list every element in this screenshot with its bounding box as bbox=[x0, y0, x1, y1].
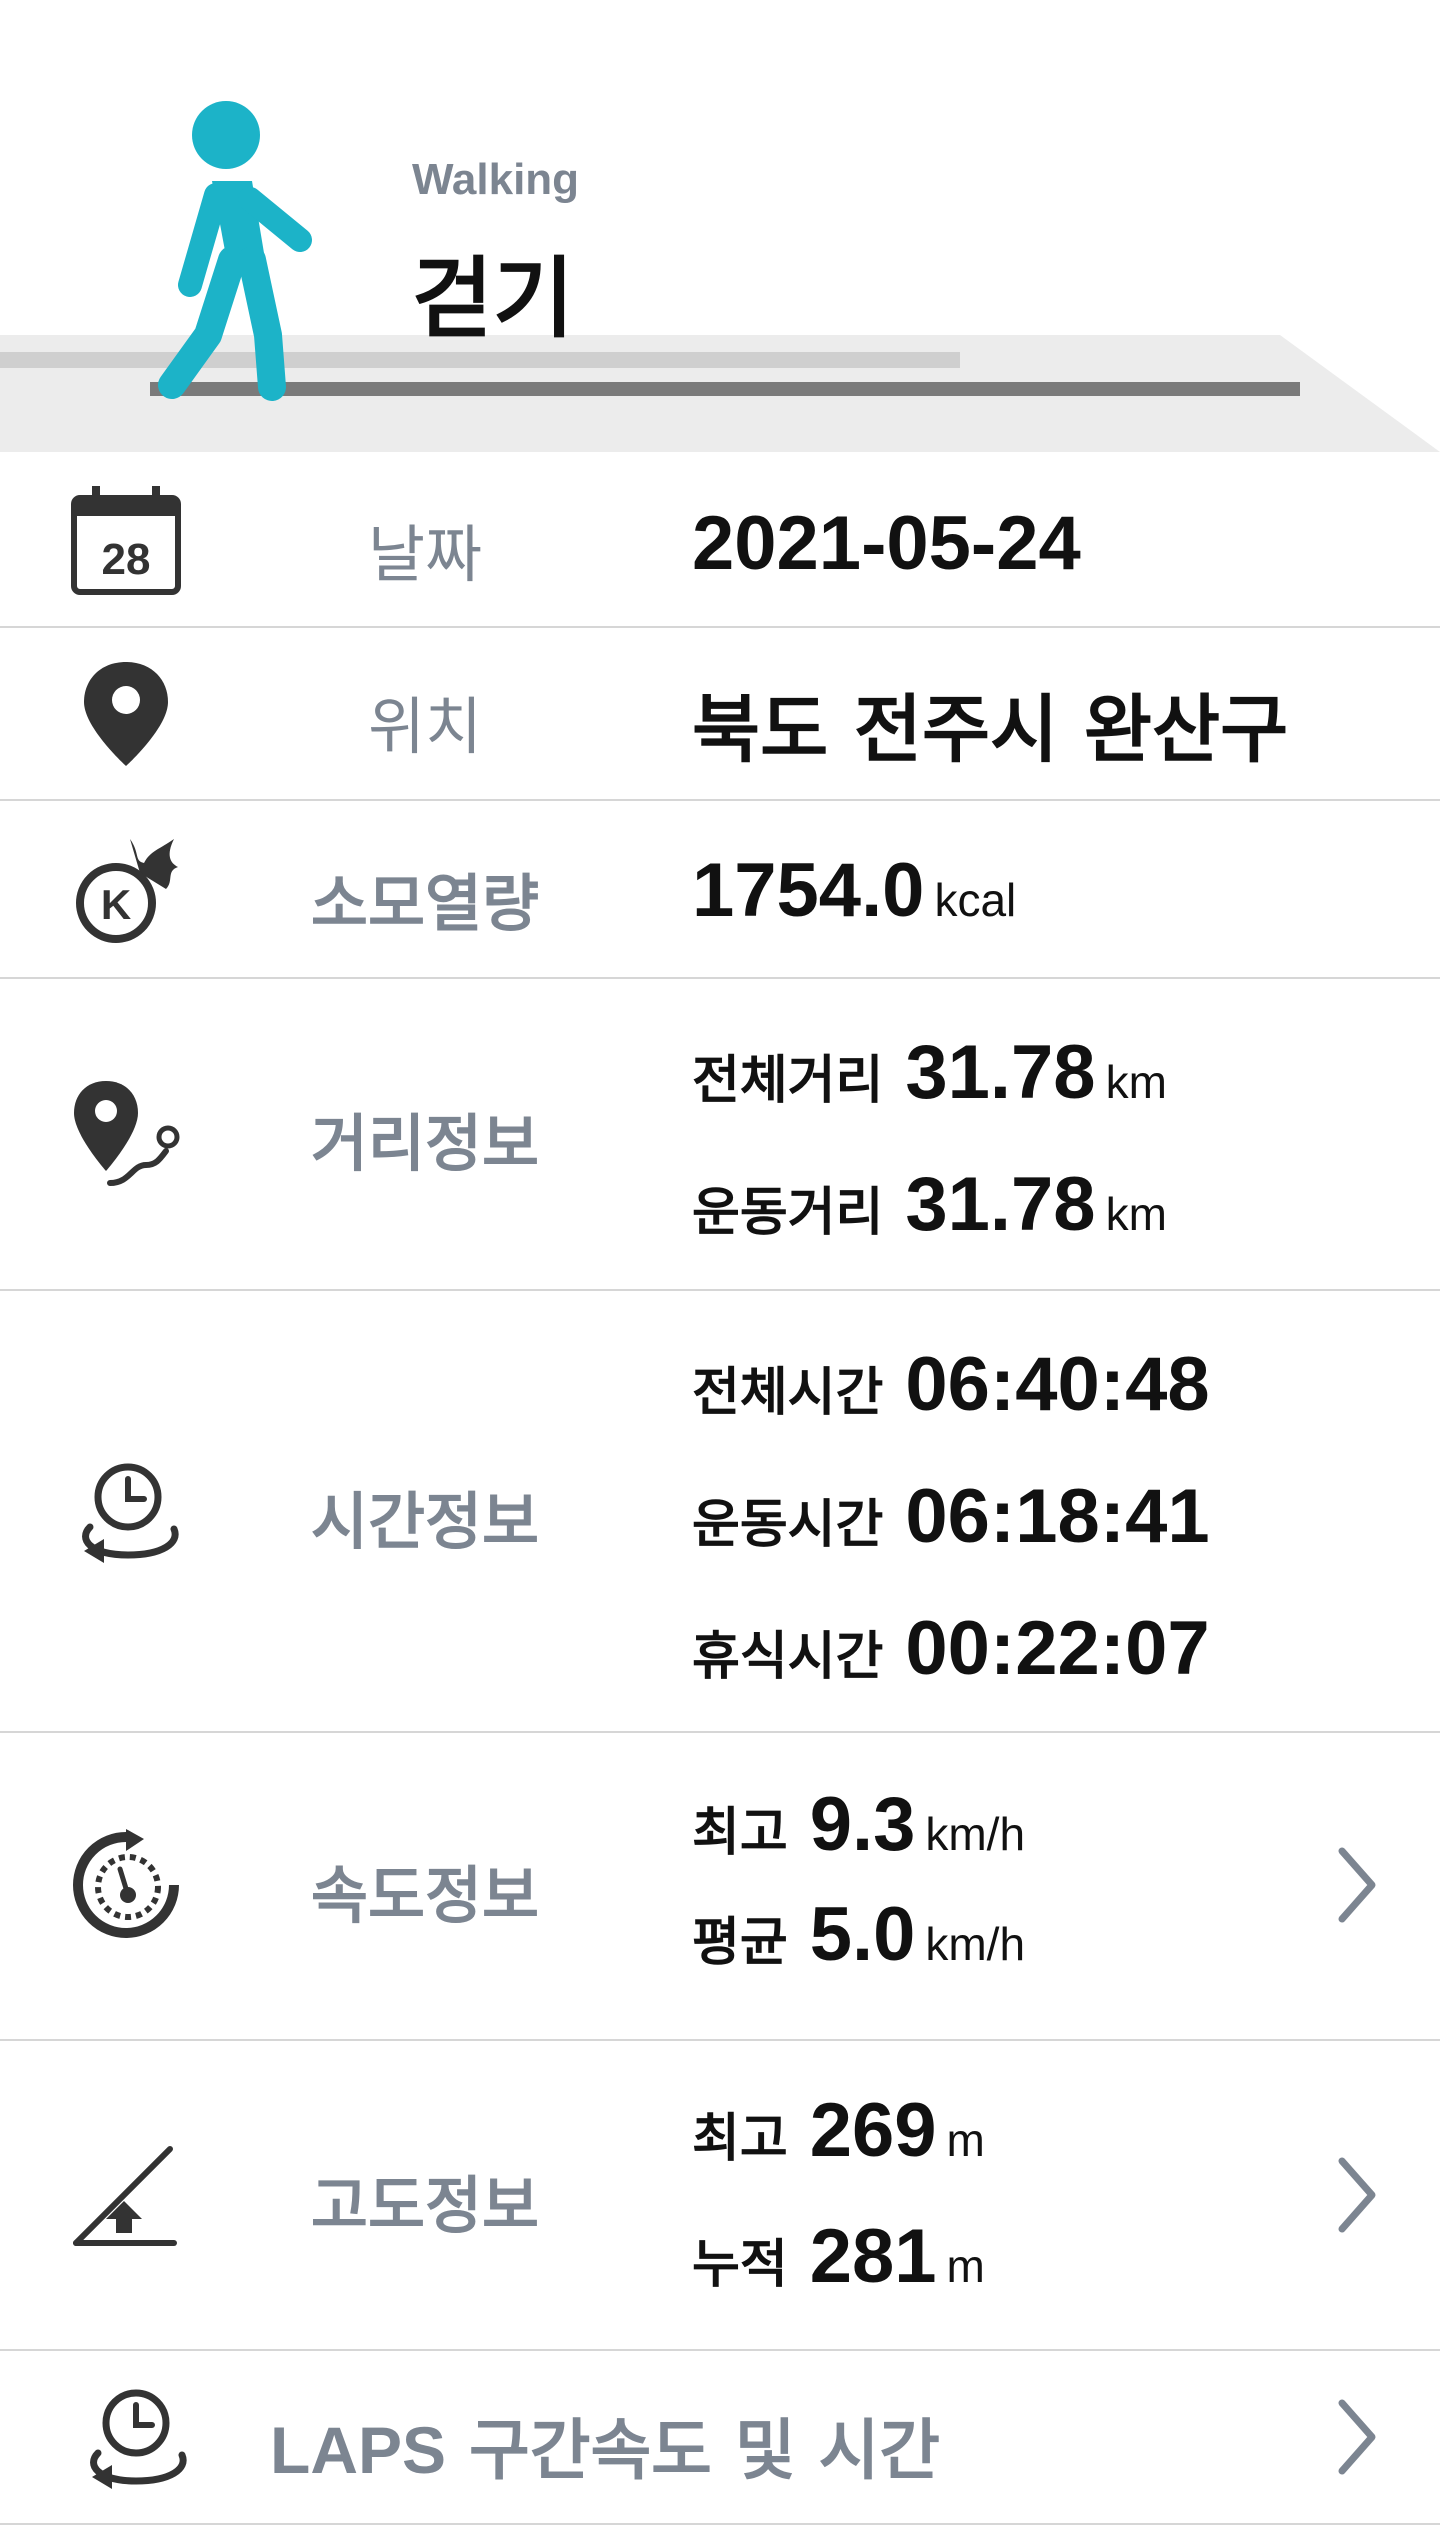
calories-value: 1754.0 bbox=[692, 848, 925, 933]
total-distance-label: 전체거리 bbox=[692, 1051, 884, 1111]
distance-row: 거리정보 전체거리 31.78 km 운동거리 31.78 km bbox=[0, 979, 1440, 1291]
location-label: 위치 bbox=[367, 690, 483, 763]
exercise-distance-value: 31.78 bbox=[905, 1162, 1096, 1247]
speed-label: 속도정보 bbox=[310, 1859, 540, 1932]
calories-label: 소모열량 bbox=[310, 867, 540, 940]
rest-time-line: 휴식시간 00:22:07 bbox=[692, 1605, 1210, 1692]
cum-altitude-value: 281 bbox=[809, 2214, 937, 2299]
activity-header: Walking 걷기 bbox=[0, 0, 1440, 456]
exercise-distance-line: 운동거리 31.78 km bbox=[692, 1161, 1167, 1248]
max-altitude-unit: m bbox=[946, 2114, 985, 2166]
speedometer-icon bbox=[73, 1829, 179, 1938]
location-row: 위치 북도 전주시 완산구 bbox=[0, 628, 1440, 801]
calendar-icon: 28 bbox=[71, 486, 181, 595]
rest-time-value: 00:22:07 bbox=[905, 1606, 1210, 1691]
max-speed-unit: km/h bbox=[925, 1808, 1026, 1860]
date-value: 2021-05-24 bbox=[692, 501, 1081, 586]
exercise-distance-label: 운동거리 bbox=[692, 1183, 884, 1243]
total-distance-value: 31.78 bbox=[905, 1030, 1096, 1115]
avg-speed-label: 평균 bbox=[692, 1913, 788, 1973]
date-label: 날짜 bbox=[367, 518, 483, 591]
laps-label-ko: 구간속도 및 시간 bbox=[469, 2412, 941, 2489]
max-speed-line: 최고 9.3 km/h bbox=[692, 1781, 1025, 1868]
calorie-badge: K bbox=[101, 881, 131, 928]
cum-altitude-label: 누적 bbox=[692, 2235, 788, 2295]
laps-label-en: LAPS bbox=[270, 2413, 447, 2487]
max-speed-label: 최고 bbox=[692, 1803, 788, 1863]
calories-value-line: 1754.0 kcal bbox=[692, 847, 1016, 934]
speed-row[interactable]: 속도정보 최고 9.3 km/h 평균 5.0 km/h bbox=[0, 1733, 1440, 2041]
clock-loop-icon bbox=[82, 1463, 179, 1563]
altitude-label: 고도정보 bbox=[310, 2169, 540, 2242]
max-altitude-value: 269 bbox=[809, 2088, 937, 2173]
total-time-value: 06:40:48 bbox=[905, 1342, 1210, 1427]
avg-speed-line: 평균 5.0 km/h bbox=[692, 1891, 1025, 1978]
chevron-right-icon[interactable] bbox=[1334, 2155, 1380, 2235]
exercise-time-label: 운동시간 bbox=[692, 1495, 884, 1555]
total-time-label: 전체시간 bbox=[692, 1363, 884, 1423]
rest-time-label: 휴식시간 bbox=[692, 1627, 884, 1687]
activity-name-en: Walking bbox=[412, 155, 580, 204]
avg-speed-unit: km/h bbox=[925, 1918, 1026, 1970]
exercise-time-value: 06:18:41 bbox=[905, 1474, 1210, 1559]
chevron-right-icon[interactable] bbox=[1334, 2397, 1380, 2477]
cum-altitude-line: 누적 281 m bbox=[692, 2213, 985, 2300]
date-row: 28 날짜 2021-05-24 bbox=[0, 456, 1440, 628]
calories-unit: kcal bbox=[934, 874, 1017, 926]
altitude-row[interactable]: 고도정보 최고 269 m 누적 281 m bbox=[0, 2041, 1440, 2351]
route-pin-icon bbox=[74, 1081, 180, 1186]
avg-speed-value: 5.0 bbox=[809, 1892, 916, 1977]
activity-name-ko: 걷기 bbox=[412, 247, 574, 350]
exercise-distance-unit: km bbox=[1105, 1188, 1167, 1240]
time-row: 시간정보 전체시간 06:40:48 운동시간 06:18:41 휴식시간 00:22… bbox=[0, 1291, 1440, 1733]
calories-row: K 소모열량 1754.0 kcal bbox=[0, 801, 1440, 979]
max-altitude-line: 최고 269 m bbox=[692, 2087, 985, 2174]
total-distance-unit: km bbox=[1105, 1056, 1167, 1108]
walking-person-icon bbox=[158, 101, 312, 401]
max-speed-value: 9.3 bbox=[809, 1782, 916, 1867]
cum-altitude-unit: m bbox=[946, 2240, 985, 2292]
calorie-fire-icon: K bbox=[76, 839, 178, 943]
distance-label: 거리정보 bbox=[310, 1107, 540, 1180]
total-distance-line: 전체거리 31.78 km bbox=[692, 1029, 1167, 1116]
time-label: 시간정보 bbox=[310, 1485, 540, 1558]
laps-row[interactable]: LAPS 구간속도 및 시간 bbox=[0, 2351, 1440, 2525]
total-time-line: 전체시간 06:40:48 bbox=[692, 1341, 1210, 1428]
max-altitude-label: 최고 bbox=[692, 2109, 788, 2169]
chevron-right-icon[interactable] bbox=[1334, 1845, 1380, 1925]
clock-loop-icon bbox=[90, 2389, 187, 2489]
map-pin-icon bbox=[84, 662, 168, 766]
altitude-slope-icon bbox=[73, 2146, 177, 2246]
calendar-day-number: 28 bbox=[102, 535, 151, 584]
location-value: 북도 전주시 완산구 bbox=[692, 687, 1289, 773]
exercise-time-line: 운동시간 06:18:41 bbox=[692, 1473, 1210, 1560]
laps-label[interactable]: LAPS 구간속도 및 시간 bbox=[270, 2397, 940, 2493]
